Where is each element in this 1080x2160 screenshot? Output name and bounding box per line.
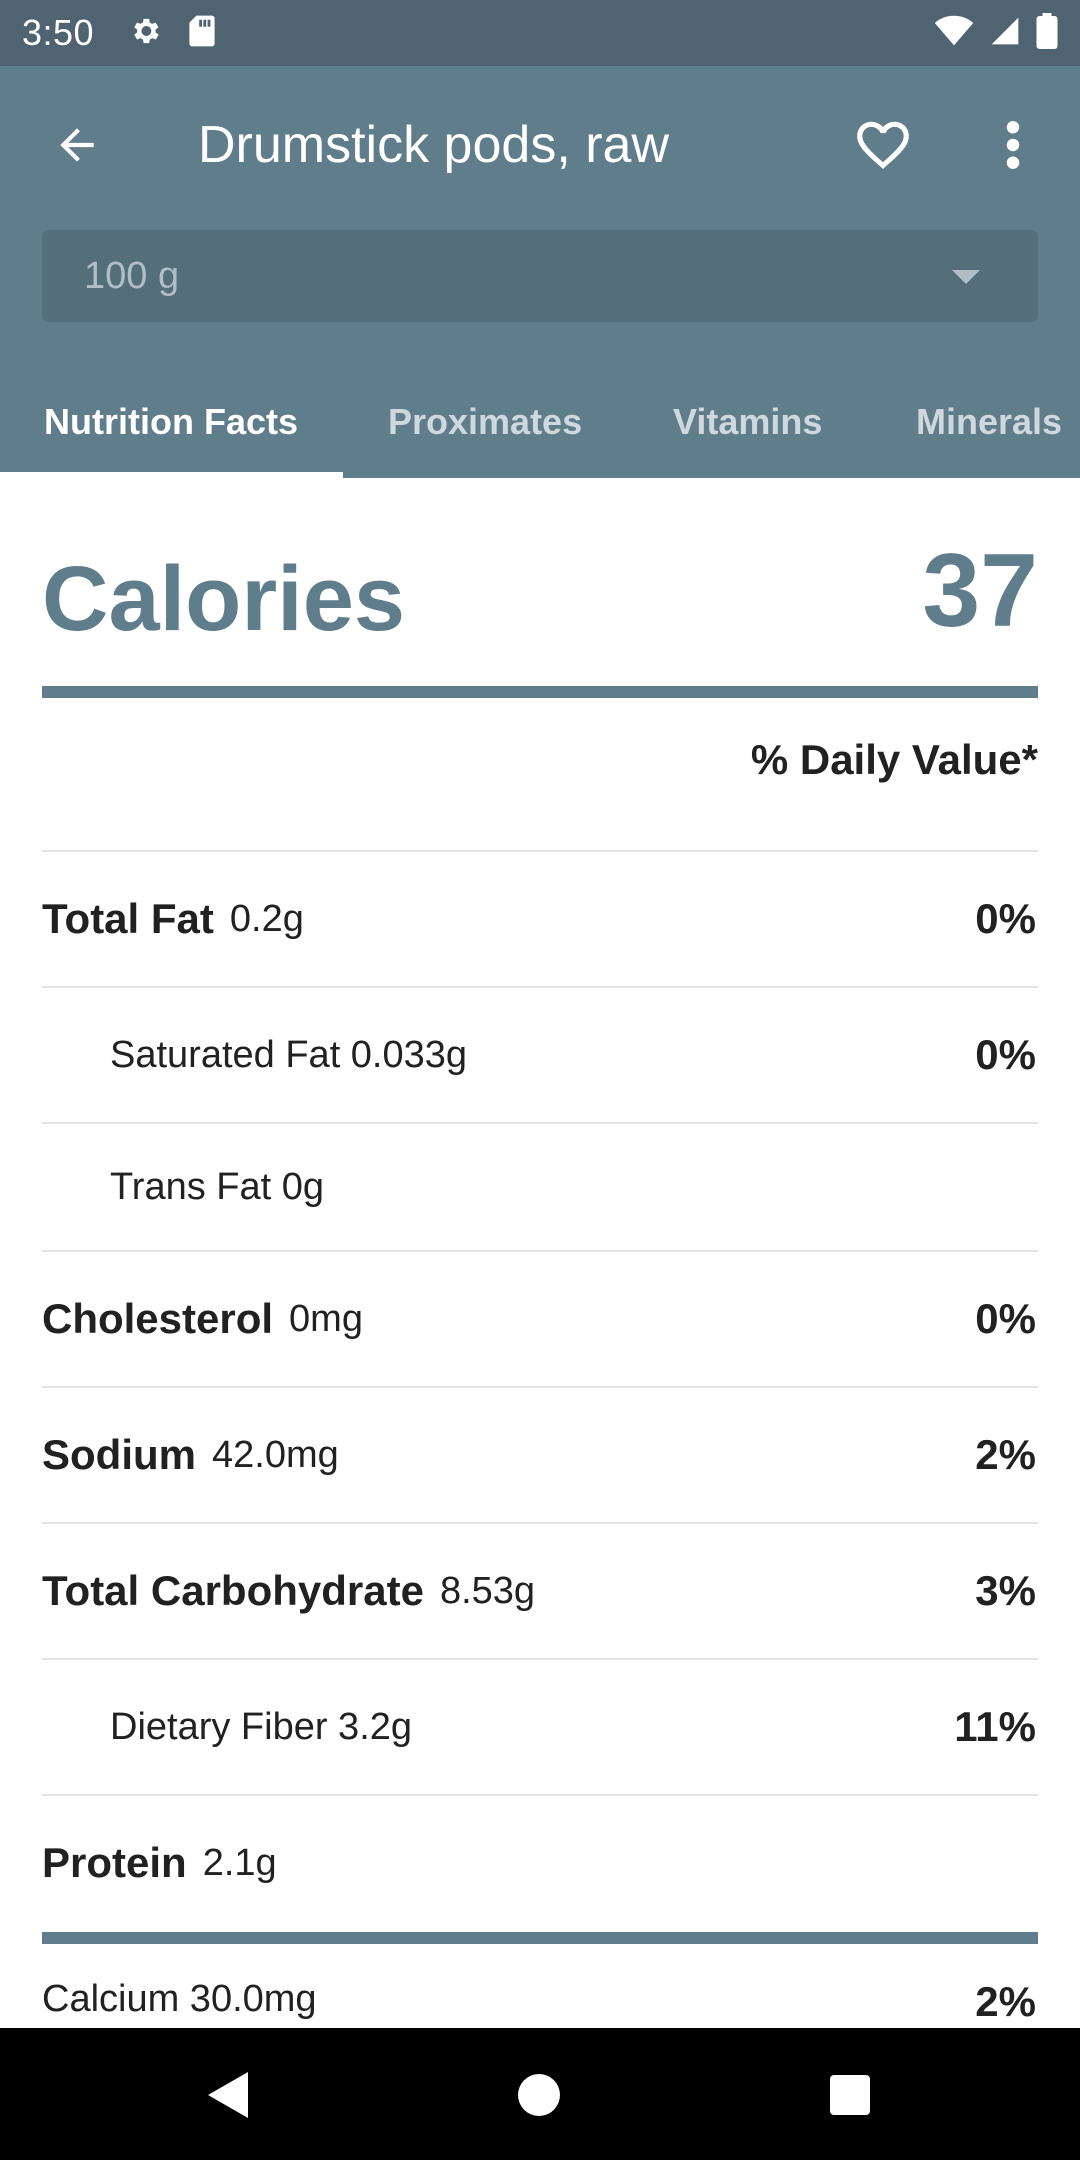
nutrient-row-saturated-fat: Saturated Fat 0.033g 0% [42,986,1038,1122]
nutrient-row-calcium: Calcium 30.0mg 2% [42,1978,1038,2028]
more-vert-icon [1006,121,1020,169]
nutrient-row-total-fat: Total Fat 0.2g 0% [42,850,1038,986]
divider-thick [42,686,1038,698]
system-nav-bar [0,2028,1080,2160]
nutrient-sub-label: Dietary Fiber 3.2g [110,1705,413,1748]
nutrient-row-dietary-fiber: Dietary Fiber 3.2g 11% [42,1658,1038,1794]
nutrient-dv: 0% [975,895,1036,942]
calories-label: Calories [42,548,406,650]
nutrient-dv: 2% [975,1431,1036,1478]
status-bar: 3:50 [0,0,1080,66]
arrow-left-icon [60,128,94,162]
sd-card-icon [188,14,216,53]
nutrient-row-sodium: Sodium 42.0mg 2% [42,1386,1038,1522]
signal-icon [988,15,1022,52]
nutrient-amount: 0mg [289,1297,363,1340]
calories-row: Calories 37 [42,533,1038,664]
nutrient-dv: 2% [975,1978,1036,2025]
daily-value-header: % Daily Value* [750,736,1038,783]
nutrient-name: Sodium [42,1431,196,1478]
calories-value: 37 [922,533,1038,649]
status-icons-left [128,14,216,53]
nutrition-facts-panel: Calories 37 % Daily Value* Total Fat 0.2… [0,478,1080,2028]
back-button[interactable] [42,110,112,180]
nutrient-row-total-carbohydrate: Total Carbohydrate 8.53g 3% [42,1522,1038,1658]
wifi-icon [934,15,974,52]
nutrient-amount: 42.0mg [212,1433,339,1476]
tab-bar: Nutrition Facts Proximates Vitamins Mine… [0,366,1080,478]
gear-icon [128,14,162,53]
nutrient-dv: 3% [975,1567,1036,1614]
divider-thick [42,1932,1038,1944]
nutrient-amount: 0.2g [229,897,304,940]
nutrient-sub-label: Trans Fat 0g [110,1165,325,1208]
heart-outline-icon [857,121,909,170]
favorite-button[interactable] [845,110,921,180]
nav-home-icon[interactable] [518,2074,560,2116]
nutrient-sub-label: Calcium 30.0mg [42,1978,317,2020]
status-time: 3:50 [22,12,95,53]
nutrient-name: Total Fat [42,895,214,942]
nutrient-amount: 2.1g [202,1841,277,1884]
nav-recents-icon[interactable] [830,2075,870,2115]
serving-size-select[interactable]: 100 g [42,230,1038,322]
tab-minerals[interactable]: Minerals [916,366,1062,478]
serving-size-value: 100 g [84,254,180,297]
more-options-button[interactable] [990,110,1036,180]
nav-back-icon[interactable] [204,2070,250,2120]
nutrient-name: Cholesterol [42,1295,274,1342]
battery-icon [1036,12,1058,54]
toolbar: Drumstick pods, raw [0,66,1080,220]
page-title: Drumstick pods, raw [198,116,669,174]
nutrient-dv: 0% [975,1031,1036,1078]
nutrient-row-cholesterol: Cholesterol 0mg 0% [42,1250,1038,1386]
tab-proximates[interactable]: Proximates [388,366,582,478]
nutrient-amount: 8.53g [439,1569,536,1612]
nutrient-sub-label: Saturated Fat 0.033g [110,1033,468,1076]
nutrient-dv: 11% [954,1703,1036,1750]
nutrient-row-trans-fat: Trans Fat 0g [42,1122,1038,1250]
nutrient-name: Total Carbohydrate [42,1567,424,1614]
nutrient-dv: 0% [975,1295,1036,1342]
tab-nutrition-facts[interactable]: Nutrition Facts [44,366,298,478]
tab-vitamins[interactable]: Vitamins [673,366,822,478]
app-bar: Drumstick pods, raw 100 g Nutrition Fact… [0,66,1080,478]
status-icons-right [934,12,1058,54]
nutrient-name: Protein [42,1839,187,1886]
nutrient-row-protein: Protein 2.1g [42,1794,1038,1930]
dropdown-caret-icon [952,270,980,284]
